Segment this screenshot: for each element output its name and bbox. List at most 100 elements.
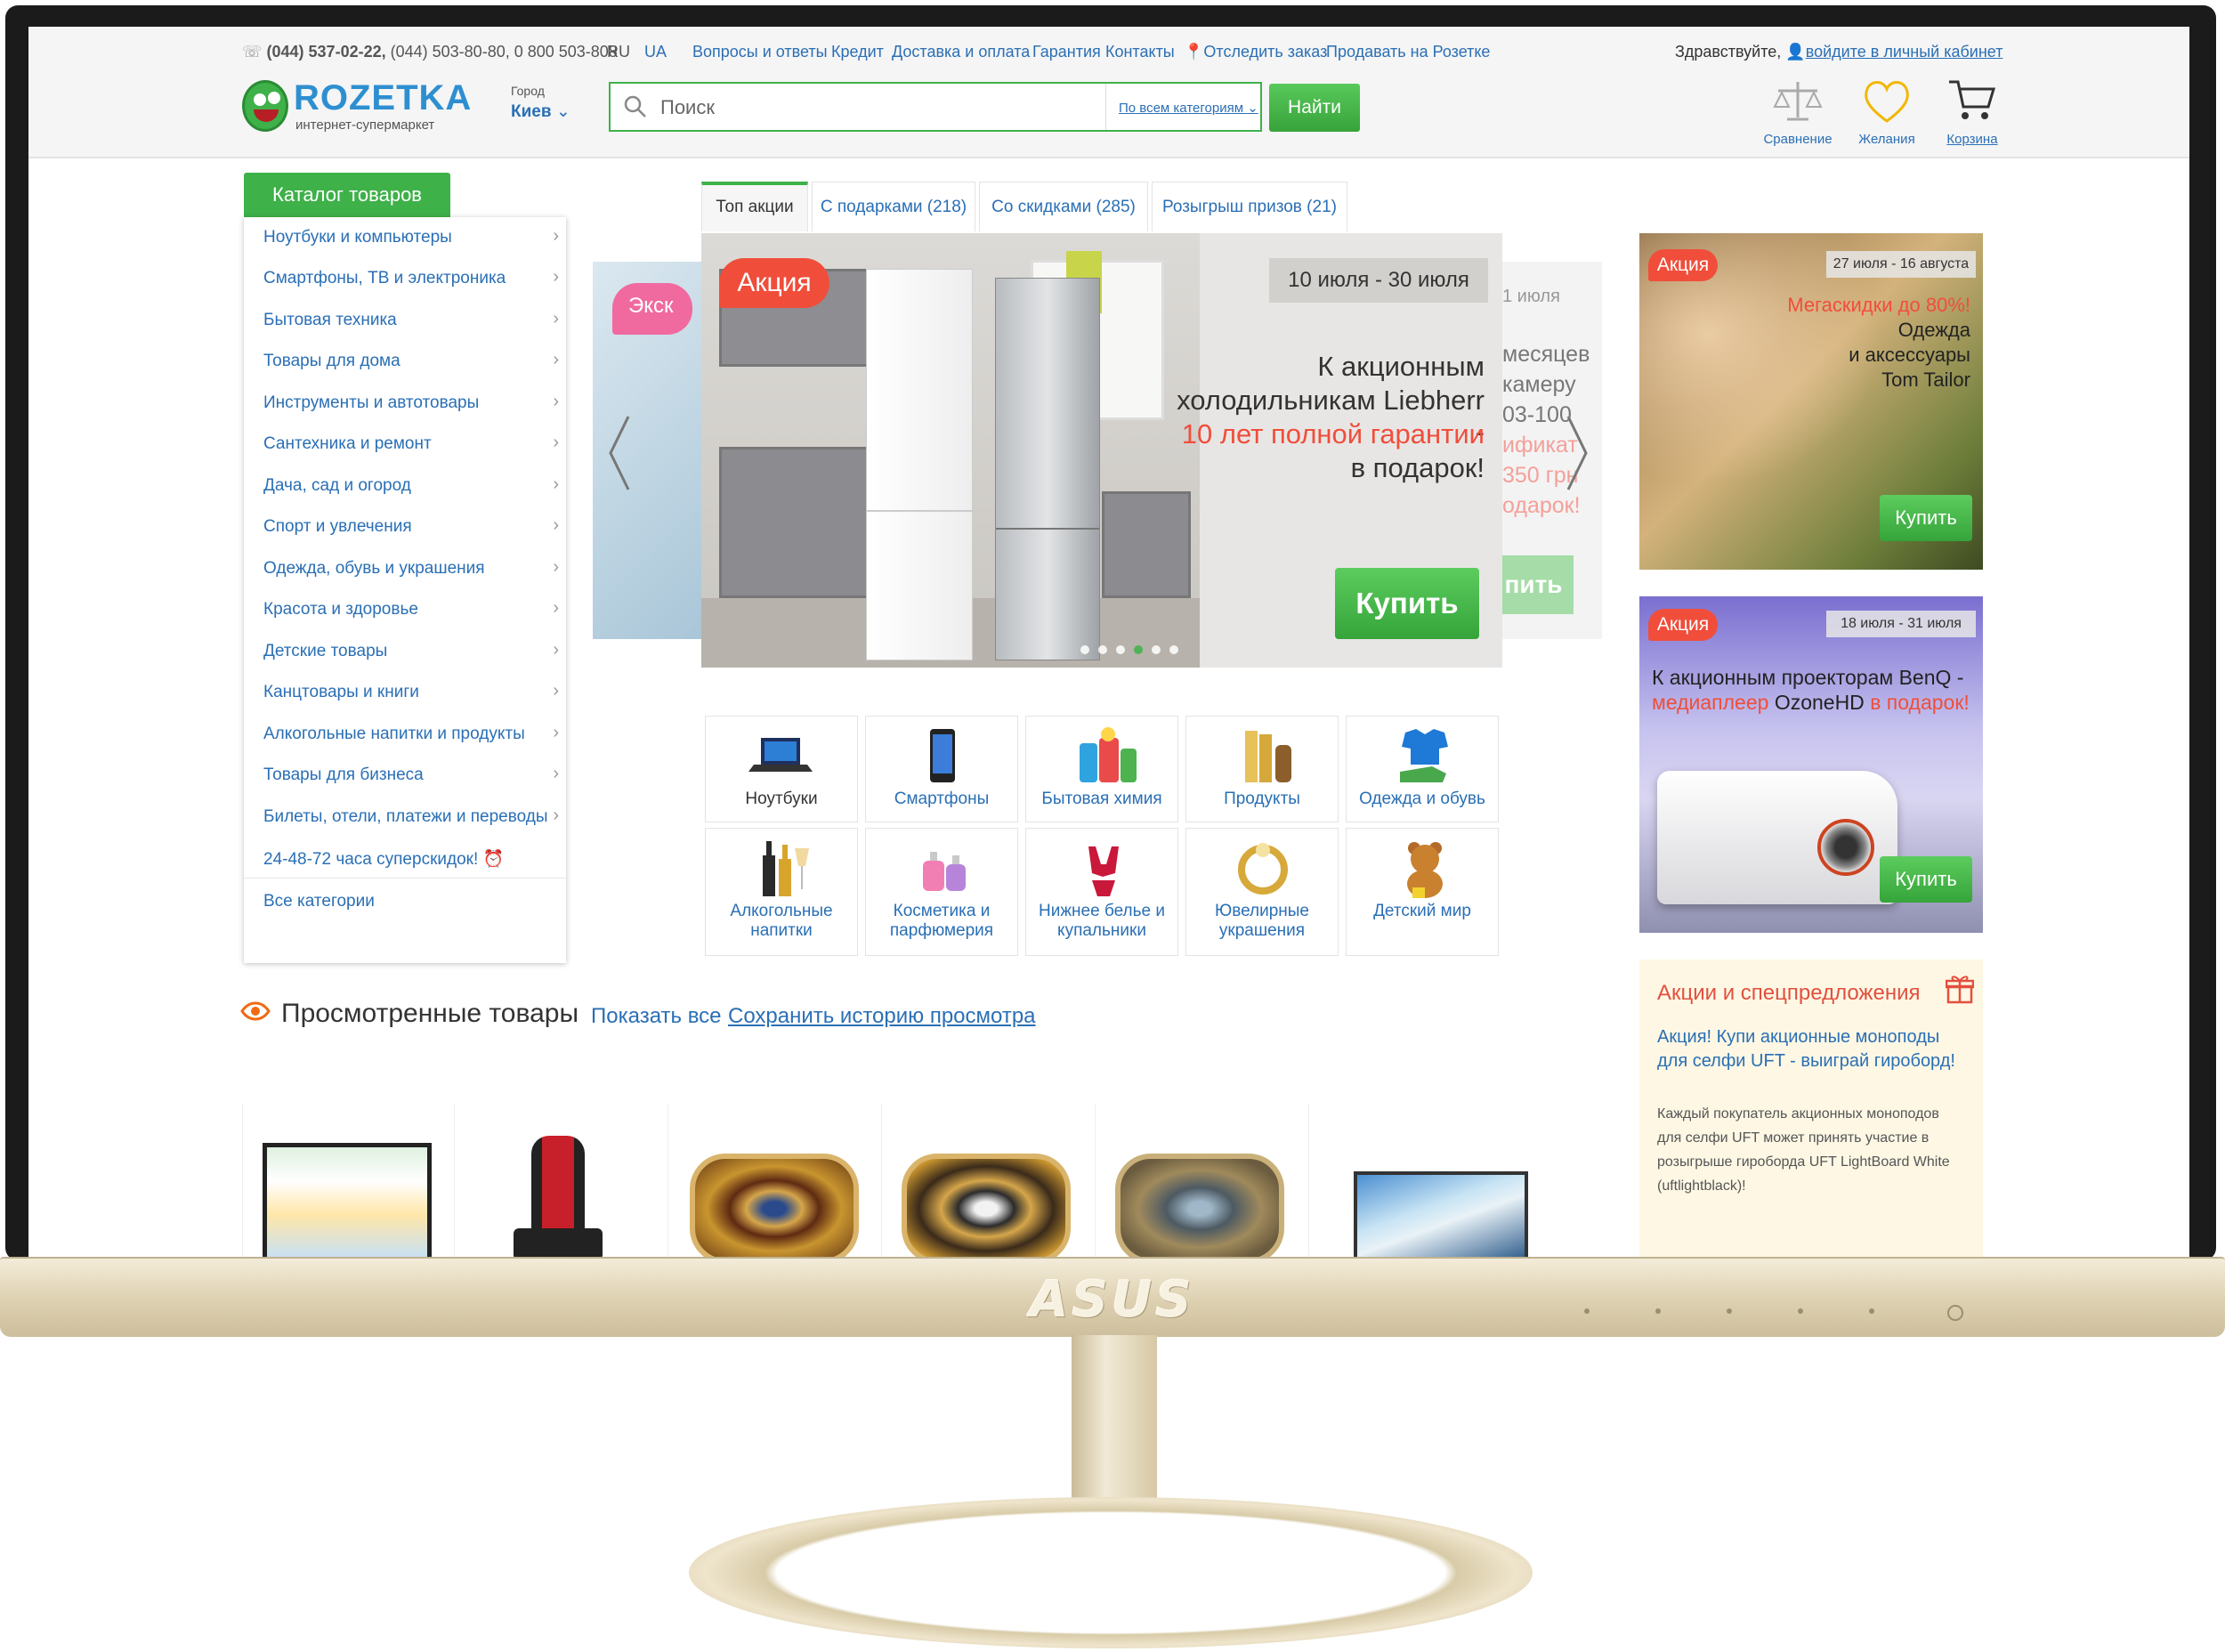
promo-offer-link[interactable]: Акция! Купи акционные моноподы для селфи… bbox=[1657, 1025, 1960, 1073]
wine-icon bbox=[763, 841, 809, 896]
catalog-item-stationery[interactable]: Канцтовары и книги bbox=[263, 683, 419, 702]
viewed-product-chair[interactable] bbox=[454, 1104, 664, 1257]
nav-link-track-label: Отследить заказ bbox=[1203, 43, 1328, 61]
catalog-menu: Ноутбуки и компьютеры › Смартфоны, ТВ и э… bbox=[244, 217, 566, 963]
lang-ru[interactable]: RU bbox=[607, 43, 630, 61]
tile-clothes-label: Одежда и обувь bbox=[1359, 790, 1485, 808]
tile-groceries[interactable]: Продукты bbox=[1185, 716, 1339, 822]
tab-with-discounts[interactable]: Со скидками (285) bbox=[979, 182, 1148, 231]
catalog-item-sport[interactable]: Спорт и увлечения bbox=[263, 517, 412, 537]
catalog-item-superdiscounts[interactable]: 24-48-72 часа суперскидок! ⏰ bbox=[263, 848, 504, 870]
compare-button[interactable]: Сравнение bbox=[1755, 75, 1841, 147]
wishlist-button[interactable]: Желания bbox=[1844, 75, 1930, 147]
nav-link-delivery[interactable]: Доставка и оплата bbox=[892, 43, 1030, 61]
city-label: Город bbox=[511, 84, 545, 98]
promo-dates: 10 июля - 30 июля bbox=[1269, 258, 1488, 303]
tile-lingerie[interactable]: Нижнее белье и купальники bbox=[1025, 828, 1178, 956]
banner-benq[interactable]: Акция 18 июля - 31 июля К акционным прое… bbox=[1639, 596, 1983, 933]
tile-jewelry[interactable]: Ювелирные украшения bbox=[1185, 828, 1339, 956]
promo-slide-main[interactable]: Акция 10 июля - 30 июля К акционным холо… bbox=[701, 233, 1502, 668]
tab-prize-draws[interactable]: Розыгрыш призов (21) bbox=[1152, 182, 1347, 231]
lang-ua[interactable]: UA bbox=[644, 43, 667, 61]
tile-chemicals-label: Бытовая химия bbox=[1041, 790, 1162, 808]
viewed-product-laptop[interactable] bbox=[242, 1104, 447, 1257]
banner1-line1: Мегаскидки до 80%! bbox=[1787, 294, 1970, 316]
rozetka-smile-icon[interactable] bbox=[242, 80, 288, 132]
alarm-clock-icon: ⏰ bbox=[482, 850, 505, 869]
viewed-product-chair-image bbox=[531, 1136, 585, 1234]
catalog-item-beauty[interactable]: Красота и здоровье bbox=[263, 600, 418, 620]
slider-dot-active[interactable] bbox=[1134, 645, 1143, 654]
search-input[interactable]: Поиск bbox=[660, 96, 715, 119]
tile-smartphones[interactable]: Смартфоны bbox=[865, 716, 1018, 822]
slider-dot[interactable] bbox=[1152, 645, 1161, 654]
slider-dot[interactable] bbox=[1080, 645, 1089, 654]
monitor-stand-neck bbox=[1072, 1335, 1157, 1524]
chevron-right-icon[interactable] bbox=[1565, 413, 1591, 493]
tile-alcohol[interactable]: Алкогольные напитки bbox=[705, 828, 858, 956]
nav-link-sell[interactable]: Продавать на Розетке bbox=[1326, 43, 1490, 61]
banner2-buy-button[interactable]: Купить bbox=[1880, 856, 1972, 903]
chevron-left-icon[interactable] bbox=[605, 413, 632, 493]
catalog-item-alcohol[interactable]: Алкогольные напитки и продукты bbox=[263, 725, 525, 744]
catalog-button[interactable]: Каталог товаров bbox=[244, 173, 450, 217]
tile-laptops-label: Ноутбуки bbox=[745, 790, 818, 808]
catalog-item-home[interactable]: Товары для дома bbox=[263, 352, 400, 371]
viewed-product-tv[interactable] bbox=[1308, 1104, 1528, 1257]
tile-kids[interactable]: Детский мир bbox=[1346, 828, 1499, 956]
save-history-link[interactable]: Сохранить историю просмотра bbox=[728, 1004, 1036, 1029]
cart-button[interactable]: Корзина bbox=[1930, 75, 2015, 147]
catalog-item-plumbing[interactable]: Сантехника и ремонт bbox=[263, 434, 432, 454]
monitor-screen: ☏ (044) 537-02-22, (044) 503-80-80, 0 80… bbox=[28, 27, 2189, 1257]
viewed-product-box-3[interactable] bbox=[1095, 1104, 1305, 1257]
slider-dot[interactable] bbox=[1098, 645, 1107, 654]
catalog-item-appliances[interactable]: Бытовая техника bbox=[263, 311, 397, 330]
slider-dot[interactable] bbox=[1169, 645, 1178, 654]
promo-offers-box: Акции и спецпредложения Акция! Купи акци… bbox=[1639, 960, 1983, 1257]
banner-tom-tailor[interactable]: Акция 27 июля - 16 августа Мегаскидки до… bbox=[1639, 233, 1983, 570]
search-category-select[interactable]: По всем категориям ⌄ bbox=[1105, 84, 1262, 130]
search-button[interactable]: Найти bbox=[1269, 84, 1360, 132]
viewed-product-box-2[interactable] bbox=[881, 1104, 1091, 1257]
slider-dot[interactable] bbox=[1116, 645, 1125, 654]
catalog-item-garden[interactable]: Дача, сад и огород bbox=[263, 476, 411, 496]
catalog-all-categories[interactable]: Все категории bbox=[263, 892, 375, 911]
nav-link-contacts[interactable]: Контакты bbox=[1105, 43, 1175, 61]
tile-perfume[interactable]: Косметика и парфюмерия bbox=[865, 828, 1018, 956]
monitor-stand-base bbox=[689, 1497, 1533, 1648]
chevron-right-icon: › bbox=[553, 515, 559, 535]
catalog-item-business[interactable]: Товары для бизнеса bbox=[263, 765, 424, 785]
tile-clothes[interactable]: Одежда и обувь bbox=[1346, 716, 1499, 822]
login-link[interactable]: войдите в личный кабинет bbox=[1806, 43, 2003, 61]
viewed-product-laptop-image bbox=[263, 1143, 432, 1257]
viewed-show-all-link[interactable]: Показать все bbox=[591, 1004, 722, 1029]
nav-link-track-order[interactable]: 📍Отследить заказ bbox=[1184, 43, 1327, 61]
catalog-item-kids[interactable]: Детские товары bbox=[263, 642, 387, 661]
viewed-product-box-1-image bbox=[690, 1154, 859, 1257]
catalog-item-tickets[interactable]: Билеты, отели, платежи и переводы bbox=[263, 807, 547, 827]
tile-kids-label: Детский мир bbox=[1373, 902, 1471, 920]
promo-buy-button[interactable]: Купить bbox=[1335, 568, 1479, 639]
nav-link-credit[interactable]: Кредит bbox=[831, 43, 884, 61]
site-logo[interactable]: ROZETKA bbox=[294, 78, 472, 118]
viewed-product-box-1[interactable] bbox=[668, 1104, 878, 1257]
tab-top-promos[interactable]: Топ акции bbox=[701, 182, 808, 231]
monitor-button-dot bbox=[1584, 1308, 1590, 1314]
lingerie-icon bbox=[1088, 846, 1119, 896]
catalog-item-tools[interactable]: Инструменты и автотовары bbox=[263, 393, 479, 413]
tab-with-gifts[interactable]: С подарками (218) bbox=[812, 182, 975, 231]
catalog-item-clothing[interactable]: Одежда, обувь и украшения bbox=[263, 559, 485, 579]
monitor-button-dot bbox=[1798, 1308, 1803, 1314]
nav-link-faq[interactable]: Вопросы и ответы bbox=[692, 43, 828, 61]
nav-link-warranty[interactable]: Гарантия bbox=[1032, 43, 1101, 61]
slide-next-line1: месяцев bbox=[1502, 342, 1590, 367]
location-pin-icon: 📍 bbox=[1184, 43, 1204, 61]
banner1-buy-button[interactable]: Купить bbox=[1880, 495, 1972, 541]
city-selector[interactable]: Киев ⌄ bbox=[511, 101, 570, 122]
catalog-item-smartphones[interactable]: Смартфоны, ТВ и электроника bbox=[263, 269, 506, 288]
tile-chemicals[interactable]: Бытовая химия bbox=[1025, 716, 1178, 822]
compare-label: Сравнение bbox=[1763, 132, 1833, 147]
tile-groceries-label: Продукты bbox=[1224, 790, 1300, 808]
tile-laptops[interactable]: Ноутбуки bbox=[705, 716, 858, 822]
catalog-item-laptops[interactable]: Ноутбуки и компьютеры bbox=[263, 228, 452, 247]
